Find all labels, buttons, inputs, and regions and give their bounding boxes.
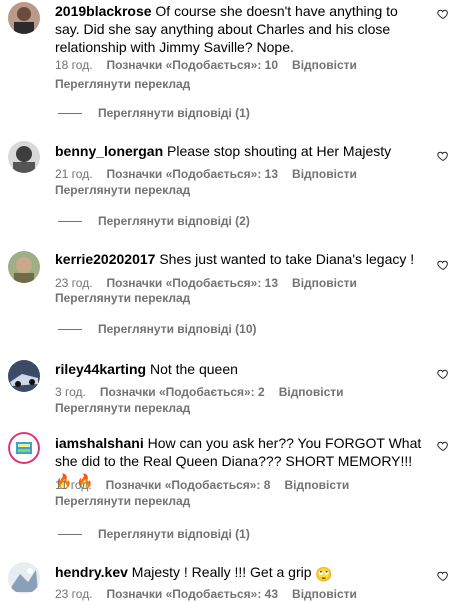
comment-meta: 21 год. Позначки «Подобається»: 13 Відпові… (55, 167, 357, 182)
comment-meta: 18 год. Позначки «Подобається»: 10 Відпові… (55, 58, 357, 73)
view-replies-button[interactable]: Переглянути відповіді (2) (58, 214, 250, 229)
see-translation-link[interactable]: Переглянути переклад (55, 494, 190, 509)
like-heart-icon[interactable] (437, 259, 449, 271)
avatar[interactable] (8, 251, 40, 283)
likes-count[interactable]: Позначки «Подобається»: 8 (106, 478, 271, 493)
username-link[interactable]: benny_lonergan (55, 143, 163, 159)
reply-button[interactable]: Відповісти (292, 167, 357, 182)
username-link[interactable]: kerrie20202017 (55, 251, 155, 267)
like-heart-icon[interactable] (437, 8, 449, 20)
comment-body: Majesty ! Really !!! Get a grip (131, 564, 312, 580)
replies-divider (58, 534, 82, 536)
reply-button[interactable]: Відповісти (292, 276, 357, 291)
comment-body: Shes just wanted to take Diana's legacy … (159, 251, 415, 267)
replies-divider (58, 329, 82, 331)
timestamp[interactable]: 3 год. (55, 385, 86, 400)
like-heart-icon[interactable] (437, 368, 449, 380)
like-heart-icon[interactable] (437, 440, 449, 452)
avatar[interactable] (8, 360, 40, 392)
avatar[interactable] (8, 562, 40, 594)
username-link[interactable]: riley44karting (55, 361, 146, 377)
comment-text: kerrie20202017 Shes just wanted to take … (55, 250, 425, 268)
timestamp[interactable]: 11 год. (55, 478, 92, 493)
comment-meta: 23 год. Позначки «Подобається»: 43 Відпові… (55, 587, 357, 602)
likes-count[interactable]: Позначки «Подобається»: 13 (107, 167, 278, 182)
username-link[interactable]: 2019blackrose (55, 3, 152, 19)
comment-body: Please stop shouting at Her Majesty (167, 143, 392, 159)
username-link[interactable]: iamshalshani (55, 435, 144, 451)
timestamp[interactable]: 18 год. (55, 58, 93, 73)
comment-meta: 11 год. Позначки «Подобається»: 8 Відповіс… (55, 478, 349, 493)
see-translation-link[interactable]: Переглянути переклад (55, 77, 190, 92)
likes-count[interactable]: Позначки «Подобається»: 13 (107, 276, 278, 291)
comment-text: riley44karting Not the queen (55, 360, 425, 378)
view-replies-button[interactable]: Переглянути відповіді (1) (58, 527, 250, 542)
see-translation-link[interactable]: Переглянути переклад (55, 291, 190, 306)
see-translation-link[interactable]: Переглянути переклад (55, 401, 190, 416)
view-replies-button[interactable]: Переглянути відповіді (10) (58, 322, 257, 337)
comment-body: Not the queen (149, 361, 238, 377)
avatar[interactable] (8, 2, 40, 34)
comment-text: benny_lonergan Please stop shouting at H… (55, 142, 425, 160)
like-heart-icon[interactable] (437, 150, 449, 162)
avatar[interactable] (8, 432, 40, 464)
eye-roll-emoji-icon: 🙄 (315, 566, 333, 582)
reply-button[interactable]: Відповісти (292, 587, 357, 602)
timestamp[interactable]: 21 год. (55, 167, 93, 182)
reply-button[interactable]: Відповісти (279, 385, 344, 400)
view-replies-button[interactable]: Переглянути відповіді (1) (58, 106, 250, 121)
reply-button[interactable]: Відповісти (284, 478, 349, 493)
likes-count[interactable]: Позначки «Подобається»: 43 (107, 587, 278, 602)
likes-count[interactable]: Позначки «Подобається»: 2 (100, 385, 265, 400)
comment-meta: 3 год. Позначки «Подобається»: 2 Відповіст… (55, 385, 344, 400)
timestamp[interactable]: 23 год. (55, 276, 93, 291)
comment-meta: 23 год. Позначки «Подобається»: 13 Відпові… (55, 276, 357, 291)
see-translation-link[interactable]: Переглянути переклад (55, 183, 190, 198)
comment-text: 2019blackrose Of course she doesn't have… (55, 2, 425, 56)
likes-count[interactable]: Позначки «Подобається»: 10 (107, 58, 278, 73)
comment-text: hendry.kev Majesty ! Really !!! Get a gr… (55, 563, 425, 583)
username-link[interactable]: hendry.kev (55, 564, 128, 580)
reply-button[interactable]: Відповісти (292, 58, 357, 73)
replies-divider (58, 221, 82, 223)
replies-divider (58, 113, 82, 115)
like-heart-icon[interactable] (437, 570, 449, 582)
avatar[interactable] (8, 141, 40, 173)
timestamp[interactable]: 23 год. (55, 587, 93, 602)
